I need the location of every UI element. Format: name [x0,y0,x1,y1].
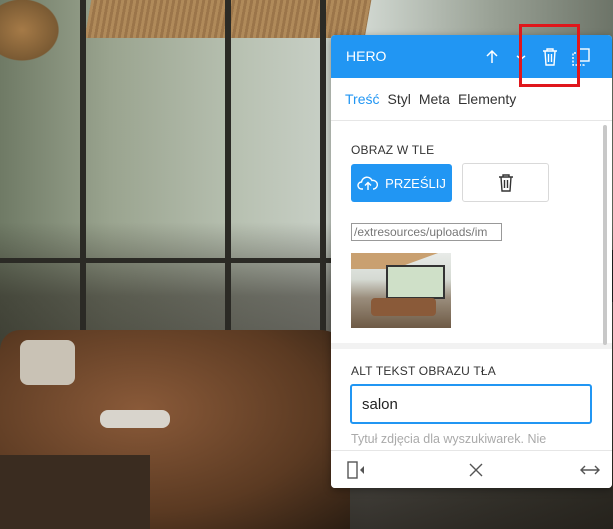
delete-image-button[interactable] [462,163,549,202]
chevron-down-icon[interactable] [509,43,533,71]
hero-editor-panel: HERO Treść Styl Meta Elementy OBRAZ W TL… [331,35,612,488]
section-divider [331,343,612,349]
tab-elementy[interactable]: Elementy [458,91,516,107]
tab-styl[interactable]: Styl [387,91,410,107]
copy-icon[interactable] [569,43,593,71]
arrow-up-icon[interactable] [480,43,504,71]
panel-footer [331,450,612,488]
trash-icon[interactable] [538,43,562,71]
expand-horizontal-icon[interactable] [578,458,602,482]
alt-text-input[interactable]: salon [350,384,592,424]
coffee-table [0,455,150,529]
tab-tresc[interactable]: Treść [345,91,379,107]
scrollbar[interactable] [603,125,607,345]
background-image-label: OBRAZ W TLE [351,143,435,157]
tab-bar: Treść Styl Meta Elementy [331,78,612,121]
panel-content: OBRAZ W TLE PRZEŚLIJ /extresources/uploa… [331,121,612,451]
close-icon[interactable] [464,458,488,482]
upload-button-label: PRZEŚLIJ [385,175,446,191]
trash-icon [498,173,513,192]
panel-header: HERO [331,35,612,78]
alt-text-hint: Tytuł zdjęcia dla wyszukiwarek. Nie [351,432,547,446]
tab-meta[interactable]: Meta [419,91,450,107]
panel-title: HERO [346,48,387,64]
dock-left-icon[interactable] [344,458,368,482]
alt-text-label: ALT TEKST OBRAZU TŁA [351,364,496,378]
image-thumbnail [351,253,451,328]
pillow [100,410,170,428]
image-path-field[interactable]: /extresources/uploads/im [351,223,502,241]
cloud-upload-icon [357,176,379,190]
pillow [20,340,75,385]
upload-button[interactable]: PRZEŚLIJ [351,164,452,202]
